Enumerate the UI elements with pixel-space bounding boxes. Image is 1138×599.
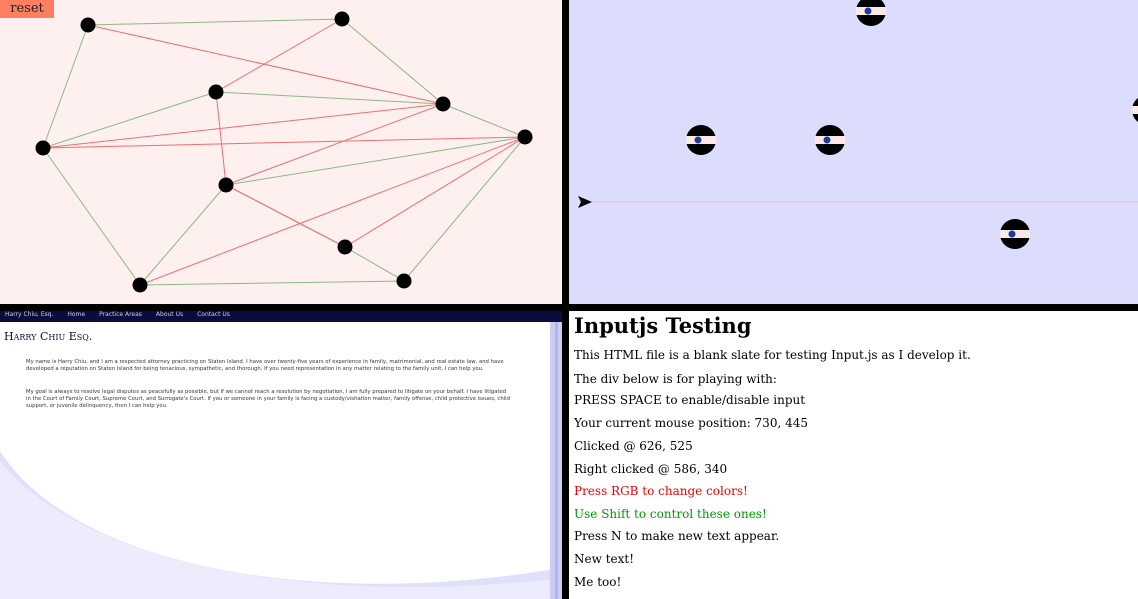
graph-edge <box>341 18 444 105</box>
space-toggle-text: PRESS SPACE to enable/disable input <box>574 393 806 407</box>
graph-node[interactable] <box>435 96 451 112</box>
nav-link[interactable]: Harry Chiu, Esq. <box>5 311 53 318</box>
clicked-readout: Clicked @ 626, 525 <box>574 439 693 453</box>
right-clicked-readout: Right clicked @ 586, 340 <box>574 462 728 476</box>
graph-edge <box>215 18 343 93</box>
nav-link[interactable]: Practice Areas <box>99 311 142 318</box>
eye-ball[interactable] <box>686 125 716 155</box>
graph-edge <box>139 280 405 286</box>
site-nav: Harry Chiu, Esq. Home Practice Areas About … <box>5 311 244 318</box>
reset-button[interactable]: reset <box>0 0 54 18</box>
graph-edge <box>344 136 526 248</box>
graph-node[interactable] <box>80 17 96 33</box>
graph-edge <box>87 18 343 26</box>
shift-color-text: Use Shift to control these ones! <box>574 507 767 521</box>
page-title: Inputjs Testing <box>574 313 752 338</box>
mouse-position-readout: Your current mouse position: 730, 445 <box>574 416 808 430</box>
graph-node[interactable] <box>35 140 51 156</box>
site-title: Harry Chiu Esq. <box>4 330 93 343</box>
graph-edge <box>139 184 227 286</box>
graph-edge <box>139 136 526 286</box>
graph-node[interactable] <box>396 273 412 289</box>
graph-canvas[interactable] <box>0 0 562 304</box>
graph-edge <box>442 103 526 138</box>
graph-edge <box>225 184 346 248</box>
intro-text: This HTML file is a blank slate for test… <box>574 348 971 362</box>
graph-edge <box>42 91 217 149</box>
graph-puzzle-panel: reset <box>0 0 562 304</box>
graph-edge <box>215 91 227 186</box>
inputjs-panel: Inputjs Testing This HTML file is a blan… <box>569 311 1138 599</box>
new-text-item: New text! <box>574 552 635 566</box>
div-note: The div below is for playing with: <box>574 372 777 386</box>
graph-node[interactable] <box>218 177 234 193</box>
graph-node[interactable] <box>517 129 533 145</box>
graph-edge <box>403 136 526 282</box>
background-swoosh <box>0 451 555 599</box>
rgb-color-text: Press RGB to change colors! <box>574 484 748 498</box>
graph-edge <box>344 246 405 282</box>
law-site-panel: Harry Chiu, Esq. Home Practice Areas About … <box>0 311 562 599</box>
nav-link[interactable]: Home <box>67 311 85 318</box>
graph-node[interactable] <box>337 239 353 255</box>
nav-link[interactable]: About Us <box>156 311 183 318</box>
graph-node[interactable] <box>132 277 148 293</box>
site-nav-bar: Harry Chiu, Esq. Home Practice Areas About … <box>0 311 562 322</box>
nav-link[interactable]: Contact Us <box>197 311 230 318</box>
eye-ball[interactable] <box>1000 219 1030 249</box>
new-text-instructions: Press N to make new text appear. <box>574 529 780 543</box>
graph-edge <box>42 24 89 149</box>
eye-ball[interactable] <box>815 125 845 155</box>
eye-ball[interactable] <box>1132 95 1138 125</box>
eyes-panel <box>569 0 1138 304</box>
graph-node[interactable] <box>208 84 224 100</box>
eye-ball[interactable] <box>856 0 886 26</box>
side-stripe-inner <box>555 322 558 599</box>
graph-edge <box>87 24 444 105</box>
graph-edge <box>42 147 141 286</box>
goal-paragraph: My goal is always to resolve legal dispu… <box>26 389 510 409</box>
intro-paragraph: My name is Harry Chiu, and I am a respec… <box>26 359 504 372</box>
graph-edge <box>42 136 526 149</box>
graph-edge <box>225 136 526 186</box>
graph-node[interactable] <box>334 11 350 27</box>
new-text-item: Me too! <box>574 575 622 589</box>
arrow-pointer-icon <box>578 196 592 208</box>
graph-edge <box>215 91 444 105</box>
eyes-canvas[interactable] <box>569 0 1138 304</box>
